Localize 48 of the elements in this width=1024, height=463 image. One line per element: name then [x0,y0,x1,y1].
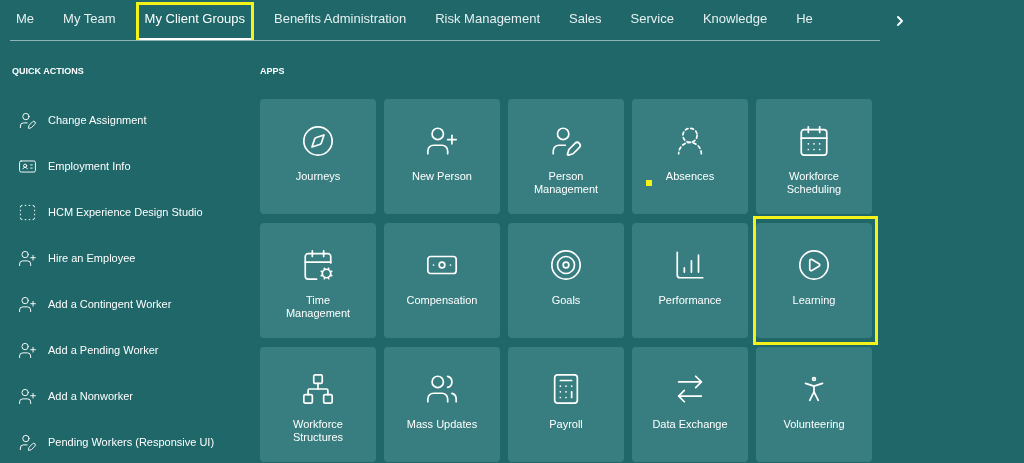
section-heading: APPS [260,65,286,78]
app-tile[interactable]: Payroll [508,346,624,462]
user-plus-icon [18,387,37,406]
nav-tab[interactable]: My Team [57,0,122,40]
user-plus-icon [18,341,37,360]
app-tile[interactable]: Volunteering [756,346,872,462]
calendar-icon [797,123,831,158]
quick-action-link[interactable]: HCM Experience Design Studio [12,200,247,225]
nav-tab[interactable]: Knowledge [696,0,774,40]
nav-tab[interactable]: My Client Groups [138,0,251,40]
app-tile[interactable]: Learning [756,222,872,338]
section-heading: QUICK ACTIONS [12,65,85,78]
app-tile[interactable]: Mass Updates [384,346,500,462]
app-tile[interactable]: Journeys [260,98,376,214]
id-badge-icon [18,157,37,176]
nav-tab[interactable]: Me [10,0,41,40]
app-tile[interactable]: Workforce Structures [260,346,376,462]
app-tile[interactable]: Performance [632,222,748,338]
dashed-square-icon [18,203,37,222]
quick-action-link[interactable]: Hire an Employee [12,246,247,271]
nav-tab[interactable]: Benefits Administration [268,0,413,40]
app-tile[interactable]: Person Management [508,98,624,214]
quick-action-link[interactable]: Add a Nonworker [12,384,247,409]
nav-tab[interactable]: He [790,0,819,40]
user-plus-icon [18,295,37,314]
quick-action-link[interactable]: Pending Workers (Responsive UI) [12,430,247,455]
quick-action-link[interactable]: Employment Info [12,154,247,179]
user-plus-icon [18,249,37,268]
app-tile[interactable]: Compensation [384,222,500,338]
user-pencil-icon [18,111,37,130]
target-icon [549,247,583,282]
nav-tab[interactable]: Sales [563,0,608,40]
app-tile[interactable]: New Person [384,98,500,214]
hierarchy-icon [301,371,335,406]
play-icon [797,247,831,282]
user-pencil-icon [18,433,37,452]
quick-action-link[interactable]: Change Assignment [12,108,247,133]
quick-action-link[interactable]: Add a Pending Worker [12,338,247,363]
app-tile[interactable]: Workforce Scheduling [756,98,872,214]
app-tile[interactable]: Absences [632,98,748,214]
quick-action-link[interactable]: Add a Contingent Worker [12,292,247,317]
app-tile[interactable]: Time Management [260,222,376,338]
app-tile[interactable]: Data Exchange [632,346,748,462]
compass-icon [301,123,335,158]
calendar-gear-icon [301,247,335,282]
app-tile[interactable]: Goals [508,222,624,338]
nav-tab[interactable]: Service [624,0,680,40]
nav-tab[interactable]: Risk Management [429,0,546,40]
